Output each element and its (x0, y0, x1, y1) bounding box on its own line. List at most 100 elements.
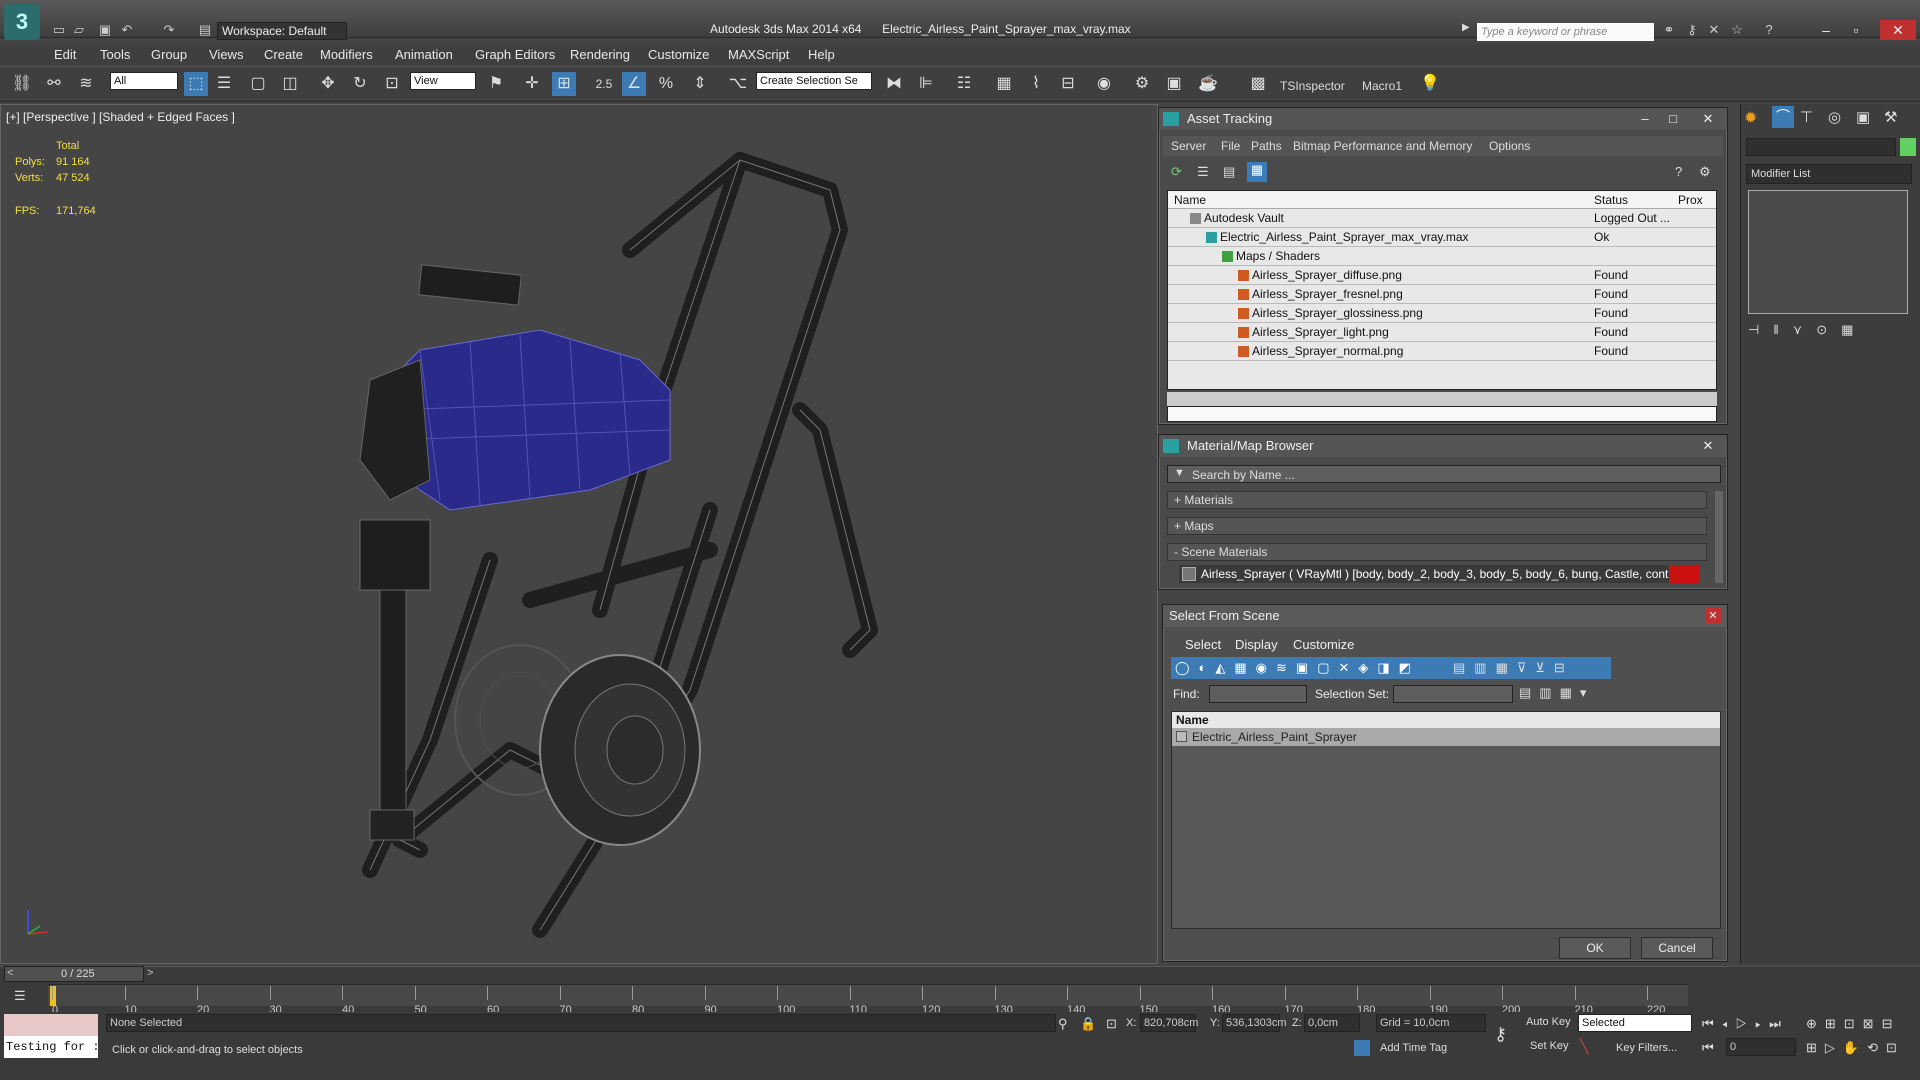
material-browser-title[interactable]: Material/Map Browser (1159, 435, 1727, 457)
modify-tab-icon[interactable]: ⌒ (1772, 106, 1794, 128)
select-from-scene-dialog[interactable]: Select From Scene ✕ Select Display Custo… (1162, 604, 1728, 962)
material-browser-scrollbar[interactable] (1715, 491, 1723, 583)
asset-menu-paths[interactable]: Paths (1251, 139, 1282, 153)
menu-views[interactable]: Views (209, 47, 243, 62)
asset-menu-bitmap[interactable]: Bitmap Performance and Memory (1293, 139, 1472, 153)
asset-close-button[interactable]: ✕ (1697, 110, 1719, 128)
menu-maxscript[interactable]: MAXScript (728, 47, 789, 62)
time-tag-icon[interactable] (1354, 1040, 1370, 1056)
menu-edit[interactable]: Edit (54, 47, 76, 62)
stack-tools-icons[interactable]: ⊣‖⋎⊙▦ (1748, 322, 1867, 338)
key-filters-button[interactable]: Key Filters... (1616, 1042, 1677, 1054)
list-view-icon[interactable]: ☰ (1197, 164, 1213, 180)
select-object-icon[interactable]: ⬚ (184, 72, 208, 96)
rendered-frame-icon[interactable]: ▣ (1162, 72, 1186, 96)
keyboard-shortcut-icon[interactable]: ⊞ (552, 72, 576, 96)
key-icon[interactable]: ⚷ (1683, 22, 1701, 38)
align-icon[interactable]: ⊫ (914, 72, 938, 96)
hierarchy-tab-icon[interactable]: ⊤ (1800, 108, 1813, 126)
table-view-icon[interactable]: ▦ (1247, 162, 1267, 182)
current-frame-field[interactable]: 0 (1726, 1038, 1796, 1056)
material-map-browser[interactable]: Material/Map Browser ✕ ▼ Search by Name … (1158, 434, 1728, 590)
exchange-icon[interactable]: ✕ (1705, 22, 1723, 38)
asset-row[interactable]: Airless_Sprayer_light.png Found (1168, 323, 1716, 342)
schematic-view-icon[interactable]: ⊟ (1056, 72, 1080, 96)
help-icon[interactable]: ? (1760, 22, 1778, 38)
absolute-mode-icon[interactable]: ⊡ (1106, 1016, 1117, 1032)
select-scene-close-button[interactable]: ✕ (1705, 608, 1721, 624)
find-input[interactable] (1209, 685, 1307, 703)
angle-snap-icon[interactable]: ∠ (622, 72, 646, 96)
asset-menu-options[interactable]: Options (1489, 139, 1530, 153)
col-prox-header[interactable]: Prox (1678, 193, 1703, 207)
key-mode-toggle-icon[interactable]: ⏮ (1702, 1040, 1714, 1056)
scene-object-list[interactable]: Name Electric_Airless_Paint_Sprayer (1171, 711, 1721, 929)
percent-snap-icon[interactable]: % (654, 72, 678, 96)
tsinspector-icon[interactable]: ▩ (1246, 72, 1270, 96)
auto-key-button[interactable]: Auto Key (1526, 1016, 1571, 1028)
list-display-icons[interactable]: ▤▥▦⊽⊻⊟ (1453, 660, 1574, 676)
asset-minimize-button[interactable]: – (1634, 110, 1656, 128)
menu-tools[interactable]: Tools (100, 47, 130, 62)
close-button[interactable]: ✕ (1880, 20, 1916, 40)
playback-controls[interactable]: ⏮◂▷▸⏭ (1702, 1016, 1789, 1032)
named-selection-dropdown[interactable]: Create Selection Se (756, 72, 872, 90)
select-from-scene-title[interactable]: Select From Scene (1163, 605, 1727, 627)
menu-help[interactable]: Help (808, 47, 835, 62)
redo-icon[interactable]: ↷ (160, 22, 178, 38)
asset-help-icon[interactable]: ? (1675, 164, 1682, 179)
asset-row[interactable]: Airless_Sprayer_fresnel.png Found (1168, 285, 1716, 304)
asset-row[interactable]: Maps / Shaders (1168, 247, 1716, 266)
chevron-down-icon[interactable]: ▼ (1174, 467, 1185, 479)
z-coordinate-field[interactable]: 0,0cm (1304, 1014, 1360, 1032)
time-slider[interactable]: < 0 / 225 > (4, 966, 153, 982)
selection-set-dropdown[interactable] (1393, 685, 1513, 703)
next-frame-arrow-icon[interactable]: > (147, 967, 153, 979)
scene-list-item[interactable]: Electric_Airless_Paint_Sprayer (1172, 728, 1720, 746)
motion-tab-icon[interactable]: ◎ (1828, 108, 1841, 126)
timeline-ruler[interactable] (48, 984, 1688, 1006)
search-arrow-icon[interactable]: ▶ (1462, 22, 1474, 42)
scene-materials-section[interactable]: - Scene Materials (1167, 543, 1707, 561)
scene-menu-display[interactable]: Display (1235, 637, 1278, 652)
modifier-stack[interactable] (1748, 190, 1908, 314)
move-icon[interactable]: ✥ (316, 72, 340, 96)
modifier-list-dropdown[interactable]: Modifier List (1746, 164, 1912, 184)
asset-tracking-dialog[interactable]: Asset Tracking – □ ✕ Server File Paths B… (1158, 107, 1728, 425)
macro-label[interactable]: Macro1 (1362, 79, 1402, 93)
scene-explorer-icon[interactable]: ▦ (992, 72, 1016, 96)
material-editor-icon[interactable]: ◉ (1092, 72, 1116, 96)
render-icon[interactable]: ☕ (1196, 72, 1220, 96)
viewport-nav-controls[interactable]: ⊕⊞⊡⊠⊟ (1806, 1016, 1900, 1032)
menu-graph-editors[interactable]: Graph Editors (475, 47, 555, 62)
selection-set-tools-icons[interactable]: ▤▥▦▾ (1519, 685, 1594, 701)
undo-icon[interactable]: ↶ (118, 22, 136, 38)
scene-material-item[interactable]: Airless_Sprayer ( VRayMtl ) [body, body_… (1179, 565, 1699, 583)
display-tab-icon[interactable]: ▣ (1856, 108, 1870, 126)
layers-icon[interactable]: ☷ (952, 72, 976, 96)
asset-menu-server[interactable]: Server (1171, 139, 1206, 153)
col-status-header[interactable]: Status (1594, 193, 1628, 207)
object-color-swatch[interactable] (1900, 138, 1916, 156)
workspace-dropdown[interactable]: Workspace: Default (217, 22, 347, 40)
refresh-icon[interactable]: ⟳ (1171, 164, 1187, 180)
project-folder-icon[interactable]: ▤ (196, 22, 214, 38)
save-icon[interactable]: ▣ (96, 22, 114, 38)
add-time-tag[interactable]: Add Time Tag (1380, 1042, 1447, 1054)
create-tab-icon[interactable]: ✹ (1744, 108, 1757, 128)
curve-editor-icon[interactable]: ⌇ (1024, 72, 1048, 96)
menu-customize[interactable]: Customize (648, 47, 709, 62)
favorites-icon[interactable]: ☆ (1728, 22, 1746, 38)
asset-row[interactable]: Autodesk Vault Logged Out ... (1168, 209, 1716, 228)
asset-maximize-button[interactable]: □ (1662, 110, 1684, 128)
menu-rendering[interactable]: Rendering (570, 47, 630, 62)
script-listener-output[interactable]: Testing for : (4, 1036, 98, 1058)
spinner-snap-icon[interactable]: ⇕ (688, 72, 712, 96)
materials-section[interactable]: + Materials (1167, 491, 1707, 509)
scale-icon[interactable]: ⊡ (380, 72, 404, 96)
rect-selection-icon[interactable]: ▢ (246, 72, 270, 96)
manipulate-icon[interactable]: ✛ (520, 72, 544, 96)
menu-modifiers[interactable]: Modifiers (320, 47, 373, 62)
key-mode-icon[interactable]: ⚷ (1494, 1024, 1507, 1045)
x-coordinate-field[interactable]: 820,708cm (1140, 1014, 1198, 1032)
